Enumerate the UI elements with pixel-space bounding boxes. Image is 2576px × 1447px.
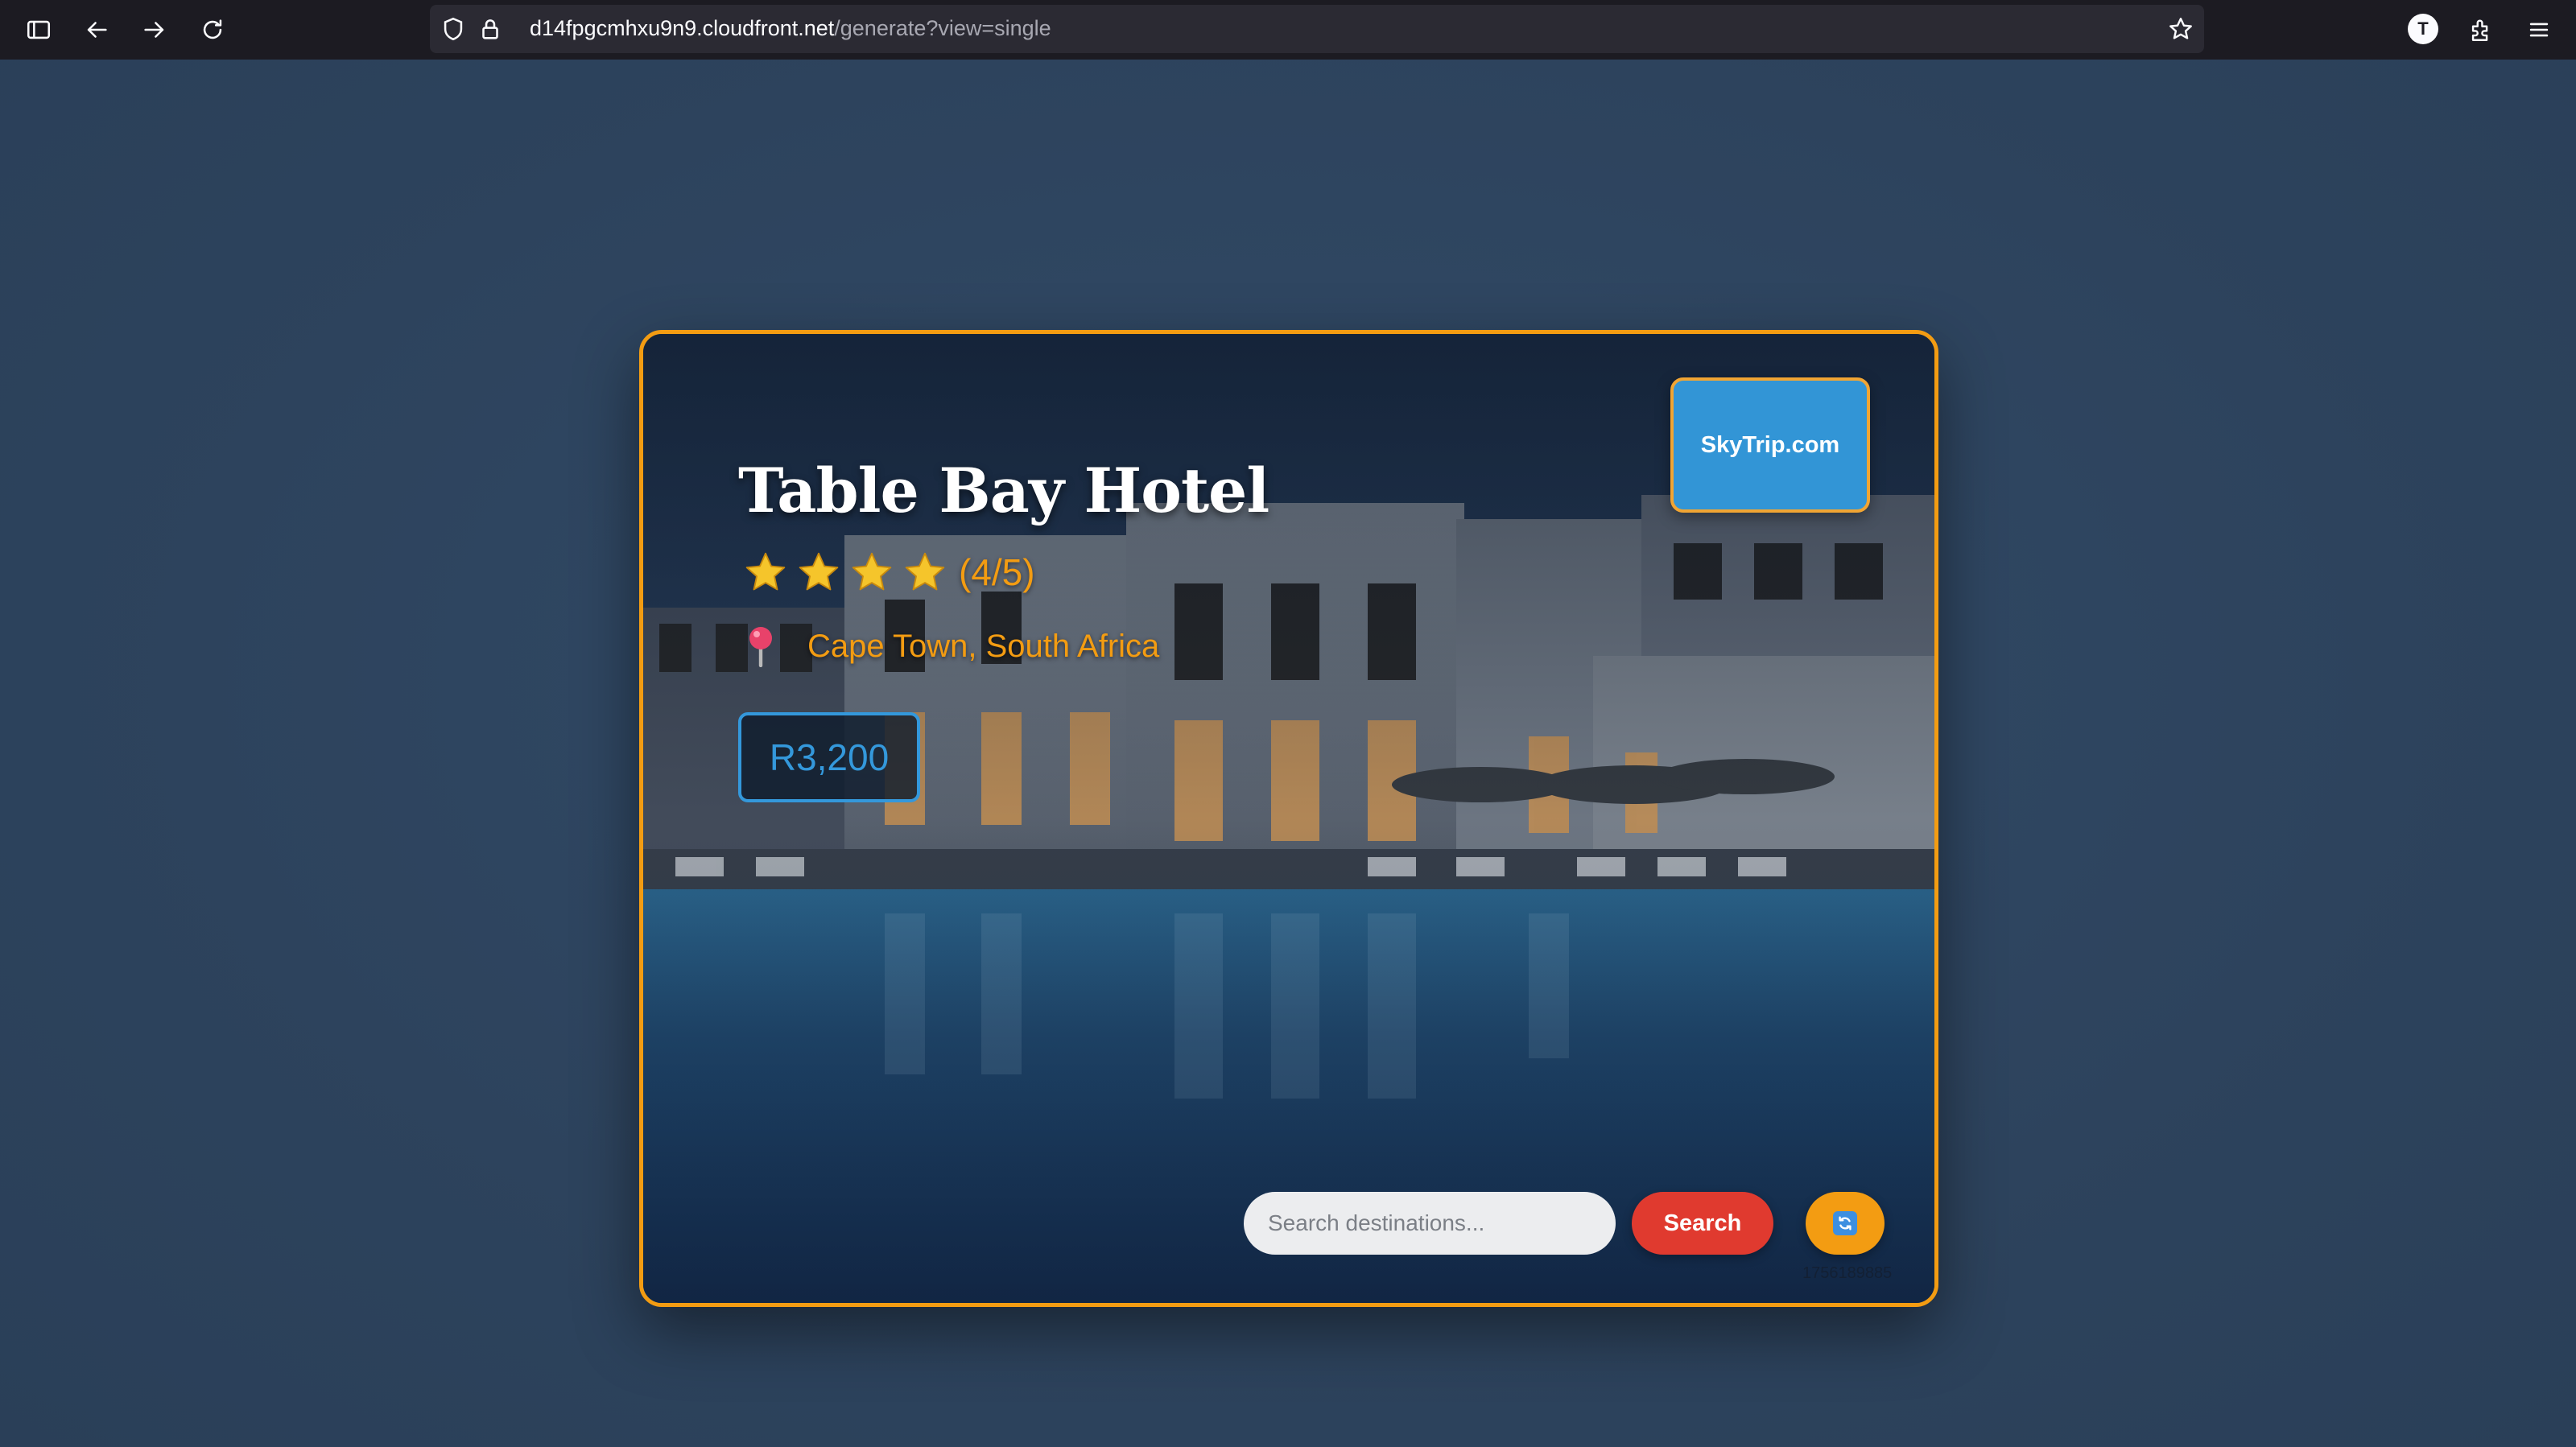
- pin-icon: [749, 627, 772, 667]
- menu-icon[interactable]: [2520, 10, 2558, 49]
- url-path: /generate?view=single: [834, 16, 1051, 40]
- star-icon: [745, 552, 786, 591]
- bookmark-star-icon[interactable]: [2167, 15, 2194, 43]
- star-icon: [799, 552, 839, 591]
- ad-id-text: 1756189885: [1802, 1264, 1893, 1282]
- rating-text: (4/5): [959, 551, 1035, 593]
- refresh-icon: [1833, 1211, 1857, 1235]
- account-avatar[interactable]: T: [2408, 14, 2438, 44]
- search-button[interactable]: Search: [1632, 1192, 1773, 1255]
- rating-row: (4/5): [743, 550, 1035, 595]
- brand-badge[interactable]: SkyTrip.com: [1670, 377, 1870, 513]
- star-icon: [852, 552, 892, 591]
- refresh-button[interactable]: [1806, 1192, 1885, 1255]
- url-domain: d14fpgcmhxu9n9.cloudfront.net: [530, 16, 835, 40]
- sidebar-toggle-icon[interactable]: [19, 10, 58, 49]
- hotel-ad-card[interactable]: SkyTrip.com Table Bay Hotel (4/5) Cape T…: [639, 330, 1938, 1307]
- shield-icon[interactable]: [440, 15, 467, 43]
- search-input[interactable]: [1244, 1192, 1616, 1255]
- address-bar[interactable]: d14fpgcmhxu9n9.cloudfront.net/generate?v…: [430, 5, 2204, 53]
- reload-icon[interactable]: [193, 10, 232, 49]
- lock-icon[interactable]: [477, 15, 504, 43]
- forward-arrow-icon[interactable]: [135, 10, 174, 49]
- extensions-icon[interactable]: [2462, 10, 2500, 49]
- location-row: Cape Town, South Africa: [743, 625, 1159, 667]
- location-text: Cape Town, South Africa: [807, 628, 1160, 664]
- page-background: SkyTrip.com Table Bay Hotel (4/5) Cape T…: [0, 60, 2576, 1447]
- browser-toolbar: d14fpgcmhxu9n9.cloudfront.net/generate?v…: [0, 0, 2576, 60]
- price-badge: R3,200: [738, 712, 920, 802]
- hotel-name-title: Table Bay Hotel: [738, 455, 1269, 526]
- url-text[interactable]: d14fpgcmhxu9n9.cloudfront.net/generate?v…: [530, 16, 1051, 41]
- star-icon: [905, 552, 945, 591]
- back-arrow-icon[interactable]: [77, 10, 116, 49]
